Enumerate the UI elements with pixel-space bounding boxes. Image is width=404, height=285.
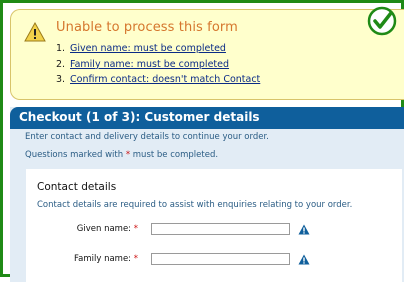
required-note: Questions marked with * must be complete… [25,150,218,160]
given-name-label: Given name: * [46,224,138,234]
field-label-text: Given name: [76,224,132,234]
error-item: 2. Family name: must be completed [56,57,260,73]
error-item: 1. Given name: must be completed [56,41,260,57]
given-name-input[interactable] [151,223,290,235]
checkout-header: Checkout (1 of 3): Customer details [10,107,404,129]
error-number: 1. [56,43,66,54]
error-link-given-name[interactable]: Given name: must be completed [70,43,226,54]
checkout-title: Checkout (1 of 3): Customer details [19,110,260,124]
warning-icon [24,22,46,42]
error-list: 1. Given name: must be completed 2. Family… [56,41,260,88]
error-number: 3. [56,74,66,86]
required-star: * [133,254,138,264]
family-name-input[interactable] [151,253,290,265]
contact-details-section: Contact details Contact details are requ… [26,169,402,285]
family-name-label: Family name: * [46,254,138,264]
checkmark-icon [367,6,397,36]
error-summary: Unable to process this form 1. Given name… [10,9,404,100]
warning-icon [298,224,310,235]
error-link-confirm-contact[interactable]: Confirm contact: doesn't match Contact [70,74,260,85]
error-link-family-name[interactable]: Family name: must be completed [70,59,229,70]
checkout-panel: Checkout (1 of 3): Customer details Ente… [10,107,404,285]
section-heading: Contact details [37,181,117,193]
required-note-text: must be completed. [130,150,219,160]
section-description: Contact details are required to assist w… [37,200,353,210]
warning-icon [298,254,310,265]
error-number: 2. [56,58,66,70]
field-label-text: Family name: [74,254,132,264]
required-note-text: Questions marked with [25,150,126,160]
required-star: * [133,224,138,234]
checkout-intro: Enter contact and delivery details to co… [25,132,269,142]
page-frame: Unable to process this form 1. Given name… [0,0,404,285]
error-item: 3. Confirm contact: doesn't match Contact [56,72,260,88]
error-title: Unable to process this form [56,20,238,35]
